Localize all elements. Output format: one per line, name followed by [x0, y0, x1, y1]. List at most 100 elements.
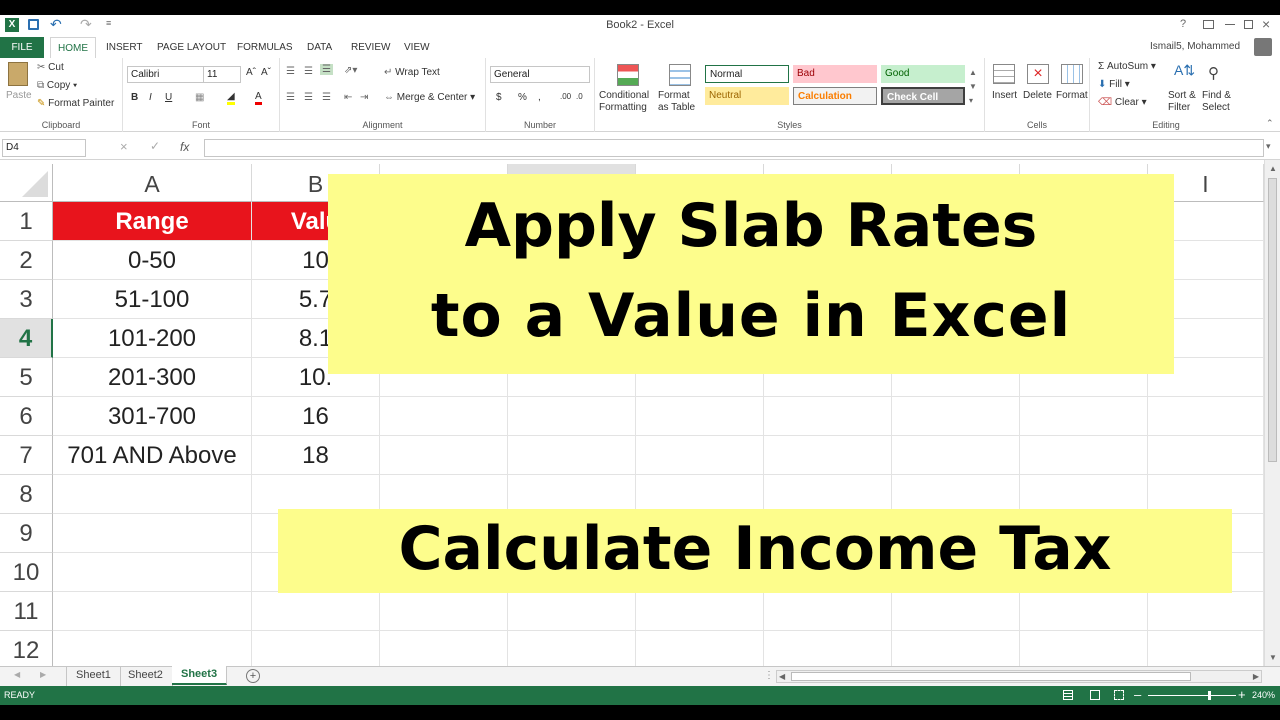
close-icon[interactable]: ×: [1262, 16, 1270, 32]
italic-button[interactable]: I: [149, 92, 152, 103]
tab-view[interactable]: VIEW: [397, 37, 437, 58]
grid-cell[interactable]: [1020, 397, 1148, 436]
ribbon-options-icon[interactable]: [1203, 20, 1214, 29]
row-header[interactable]: 8: [0, 475, 53, 514]
grid-cell[interactable]: [1148, 592, 1264, 631]
cell-range[interactable]: 701 AND Above: [53, 436, 252, 475]
cell-range[interactable]: 0-50: [53, 241, 252, 280]
sheet-tab-sheet2[interactable]: Sheet2: [119, 667, 173, 686]
insert-function-icon[interactable]: fx: [180, 140, 189, 154]
grid-cell[interactable]: [636, 592, 764, 631]
column-header-a[interactable]: A: [53, 164, 252, 202]
grid-cell[interactable]: [764, 436, 892, 475]
grid-cell[interactable]: [252, 631, 380, 666]
grid-cell[interactable]: [764, 592, 892, 631]
cell-a1-header[interactable]: Range: [53, 202, 252, 241]
page-layout-view-icon[interactable]: [1090, 690, 1100, 700]
cell-range[interactable]: 201-300: [53, 358, 252, 397]
user-name[interactable]: Ismail5, Mohammed: [1150, 41, 1240, 52]
copy-button[interactable]: ⧉ Copy ▾: [37, 80, 77, 91]
grid-cell[interactable]: [1020, 592, 1148, 631]
grid-cell[interactable]: [892, 436, 1020, 475]
underline-button[interactable]: U: [165, 92, 172, 103]
grow-font-icon[interactable]: Aˆ: [246, 67, 256, 78]
fill-color-icon[interactable]: ◢: [227, 91, 235, 105]
zoom-level[interactable]: 240%: [1252, 690, 1275, 700]
tab-data[interactable]: DATA: [300, 37, 339, 58]
grid-cell[interactable]: [508, 592, 636, 631]
grid-cell[interactable]: [380, 592, 508, 631]
clear-button[interactable]: ⌫ Clear ▾: [1098, 97, 1147, 108]
wrap-text-button[interactable]: ↵ Wrap Text: [384, 67, 440, 78]
page-break-view-icon[interactable]: [1114, 690, 1124, 700]
tab-home[interactable]: HOME: [50, 37, 96, 58]
conditional-formatting-button[interactable]: Conditional Formatting: [599, 90, 661, 114]
row-header[interactable]: 9: [0, 514, 53, 553]
row-header[interactable]: 11: [0, 592, 53, 631]
merge-center-button[interactable]: ⇔ Merge & Center ▾: [384, 92, 475, 103]
scroll-left-icon[interactable]: ◀: [779, 672, 785, 681]
normal-view-icon[interactable]: [1063, 690, 1073, 700]
horizontal-scroll-thumb[interactable]: [791, 672, 1191, 681]
grid-cell[interactable]: [636, 397, 764, 436]
grid-cell[interactable]: [508, 397, 636, 436]
grid-cell[interactable]: [1020, 631, 1148, 666]
cell-range[interactable]: 301-700: [53, 397, 252, 436]
cell-range[interactable]: 101-200: [53, 319, 252, 358]
decrease-indent-icon[interactable]: ⇤: [344, 92, 352, 103]
align-top-icon[interactable]: ☰: [286, 66, 295, 77]
collapse-ribbon-icon[interactable]: ⌃: [1266, 118, 1274, 129]
tab-review[interactable]: REVIEW: [344, 37, 397, 58]
grid-cell[interactable]: [53, 592, 252, 631]
grid-cell[interactable]: [380, 397, 508, 436]
grid-cell[interactable]: [252, 592, 380, 631]
tab-insert[interactable]: INSERT: [99, 37, 150, 58]
tab-page-layout[interactable]: PAGE LAYOUT: [150, 37, 233, 58]
zoom-out-icon[interactable]: –: [1134, 687, 1141, 702]
cut-button[interactable]: ✂ Cut: [37, 62, 64, 73]
scroll-right-icon[interactable]: ▶: [1253, 672, 1259, 681]
percent-button[interactable]: %: [518, 92, 527, 103]
shrink-font-icon[interactable]: Aˇ: [261, 67, 271, 78]
bold-button[interactable]: B: [131, 92, 138, 103]
grid-cell[interactable]: [53, 553, 252, 592]
insert-cells-button[interactable]: Insert: [992, 90, 1017, 101]
format-cells-button[interactable]: Format: [1056, 90, 1088, 101]
delete-cells-button[interactable]: Delete: [1023, 90, 1052, 101]
expand-formula-bar-icon[interactable]: ▾: [1266, 141, 1271, 152]
number-format-select[interactable]: General: [490, 66, 590, 83]
style-check-cell[interactable]: Check Cell: [881, 87, 965, 105]
borders-icon[interactable]: ▦: [195, 92, 204, 103]
row-header[interactable]: 6: [0, 397, 53, 436]
tab-formulas[interactable]: FORMULAS: [230, 37, 300, 58]
cell-range[interactable]: 51-100: [53, 280, 252, 319]
row-header[interactable]: 7: [0, 436, 53, 475]
currency-button[interactable]: $: [496, 92, 502, 103]
tab-file[interactable]: FILE: [0, 37, 44, 58]
row-header[interactable]: 10: [0, 553, 53, 592]
align-center-icon[interactable]: ☰: [304, 92, 313, 103]
format-as-table-button[interactable]: Format as Table: [658, 90, 702, 114]
zoom-slider-thumb[interactable]: [1208, 691, 1211, 700]
user-avatar[interactable]: [1254, 38, 1272, 56]
minimize-icon[interactable]: [1225, 24, 1235, 25]
formula-input[interactable]: [204, 139, 1264, 157]
grid-cell[interactable]: [1148, 436, 1264, 475]
row-header[interactable]: 1: [0, 202, 53, 241]
cell-value[interactable]: 16: [252, 397, 380, 436]
grid-cell[interactable]: [53, 475, 252, 514]
confirm-entry-icon[interactable]: ✓: [150, 139, 160, 153]
style-bad[interactable]: Bad: [793, 65, 877, 83]
grid-cell[interactable]: [636, 631, 764, 666]
grid-cell[interactable]: [1148, 631, 1264, 666]
align-left-icon[interactable]: ☰: [286, 92, 295, 103]
align-middle-icon[interactable]: ☰: [304, 66, 313, 77]
help-icon[interactable]: ?: [1180, 18, 1186, 30]
increase-decimal-icon[interactable]: .00: [560, 92, 571, 101]
scroll-down-icon[interactable]: ▼: [1269, 653, 1277, 662]
find-select-button[interactable]: Find & Select: [1202, 90, 1242, 114]
vertical-scroll-thumb[interactable]: [1268, 178, 1277, 462]
row-header[interactable]: 4: [0, 319, 53, 358]
row-header[interactable]: 5: [0, 358, 53, 397]
style-good[interactable]: Good: [881, 65, 965, 83]
